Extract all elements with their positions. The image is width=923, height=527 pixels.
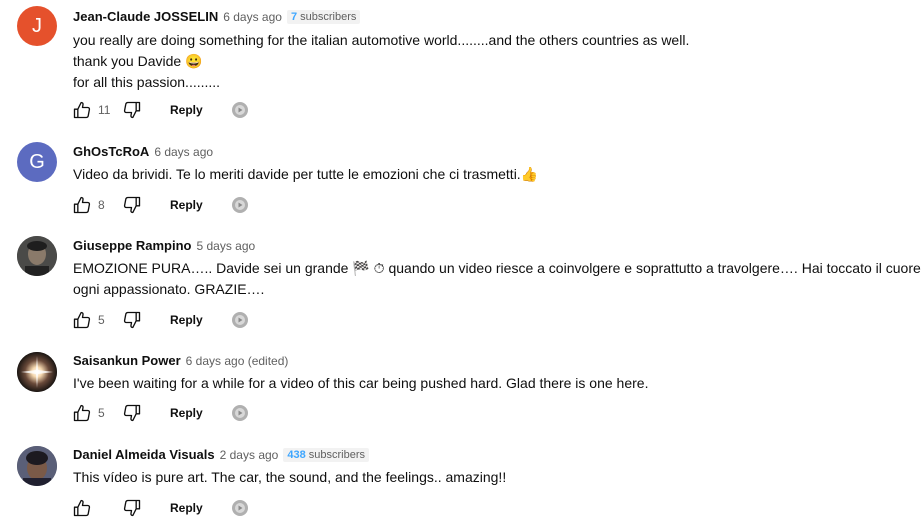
- thumb-up-icon[interactable]: [70, 401, 94, 425]
- creator-reply-icon: [231, 311, 249, 329]
- reply-button[interactable]: Reply: [170, 103, 203, 117]
- creator-reply-icon: [231, 499, 249, 517]
- thumb-down-icon[interactable]: [120, 193, 144, 217]
- thumb-down-icon[interactable]: [120, 496, 144, 520]
- comment-line: I've been waiting for a while for a vide…: [73, 375, 649, 391]
- like-count: 5: [98, 406, 105, 420]
- comment-line: thank you Davide 😀: [73, 53, 203, 69]
- timestamp[interactable]: 6 days ago: [154, 145, 213, 159]
- author-name[interactable]: Saisankun Power: [73, 353, 181, 368]
- author-name[interactable]: Giuseppe Rampino: [73, 238, 191, 253]
- thumb-down-icon[interactable]: [120, 308, 144, 332]
- thumb-up-icon[interactable]: [70, 496, 94, 520]
- profile-photo-icon: [17, 236, 57, 276]
- avatar-letter: G: [29, 150, 45, 173]
- comment-line: ogni appassionato. GRAZIE….: [73, 281, 265, 297]
- like-count: 11: [98, 103, 111, 117]
- avatar[interactable]: [17, 352, 57, 392]
- thumb-up-icon[interactable]: [70, 98, 94, 122]
- avatar[interactable]: G: [17, 142, 57, 182]
- reply-button[interactable]: Reply: [170, 406, 203, 420]
- avatar[interactable]: [17, 446, 57, 486]
- comment-text: Video da brividi. Te lo meriti davide pe…: [73, 164, 538, 185]
- timestamp[interactable]: 6 days ago: [223, 10, 282, 24]
- subscriber-badge: 7 subscribers: [286, 9, 361, 24]
- subscriber-label: subscribers: [300, 10, 357, 23]
- reply-button[interactable]: Reply: [170, 313, 203, 327]
- like-count: 8: [98, 198, 105, 212]
- avatar[interactable]: [17, 236, 57, 276]
- avatar[interactable]: J: [17, 6, 57, 46]
- author-name[interactable]: Daniel Almeida Visuals: [73, 447, 215, 462]
- profile-photo-icon: [17, 352, 57, 392]
- comment-line: you really are doing something for the i…: [73, 32, 690, 48]
- reply-button[interactable]: Reply: [170, 198, 203, 212]
- comment-line: This vídeo is pure art. The car, the sou…: [73, 469, 507, 485]
- subscriber-badge: 438 subscribers: [283, 447, 370, 462]
- comment-text: I've been waiting for a while for a vide…: [73, 373, 648, 394]
- thumb-up-icon[interactable]: [70, 308, 94, 332]
- reply-button[interactable]: Reply: [170, 501, 203, 515]
- subscriber-count: 7: [290, 10, 298, 23]
- creator-reply-icon: [231, 404, 249, 422]
- timestamp[interactable]: 6 days ago (edited): [186, 354, 289, 368]
- comment-text: This vídeo is pure art. The car, the sou…: [73, 467, 506, 488]
- comment-line: Video da brividi. Te lo meriti davide pe…: [73, 166, 539, 182]
- like-count: 5: [98, 313, 105, 327]
- thumb-down-icon[interactable]: [120, 401, 144, 425]
- comment-line: EMOZIONE PURA….. Davide sei un grande 🏁 …: [73, 260, 923, 276]
- thumb-up-icon[interactable]: [70, 193, 94, 217]
- comment-line: for all this passion.........: [73, 74, 221, 90]
- creator-reply-icon: [231, 196, 249, 214]
- timestamp[interactable]: 2 days ago: [220, 448, 279, 462]
- creator-reply-icon: [231, 101, 249, 119]
- author-name[interactable]: GhOsTcRoA: [73, 144, 149, 159]
- comment-text: EMOZIONE PURA….. Davide sei un grande 🏁 …: [73, 258, 923, 300]
- avatar-letter: J: [32, 14, 42, 37]
- subscriber-label: subscribers: [308, 448, 366, 461]
- thumb-down-icon[interactable]: [120, 98, 144, 122]
- comment-text: you really are doing something for the i…: [73, 30, 689, 93]
- profile-photo-icon: [17, 446, 57, 486]
- subscriber-count: 438: [287, 448, 306, 461]
- author-name[interactable]: Jean-Claude JOSSELIN: [73, 9, 218, 24]
- timestamp[interactable]: 5 days ago: [196, 239, 255, 253]
